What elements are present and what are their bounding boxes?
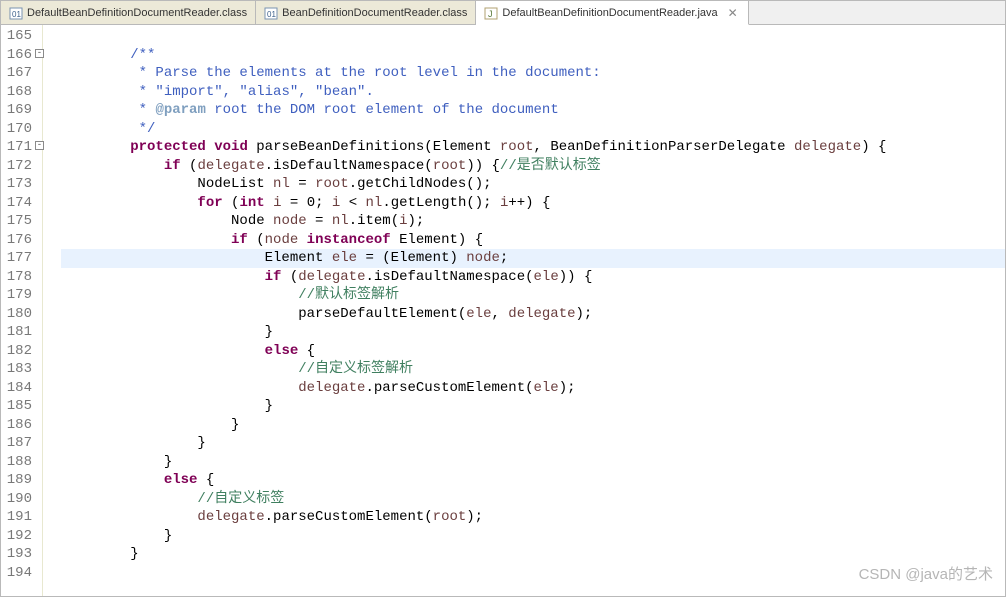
tab-default-java[interactable]: J DefaultBeanDefinitionDocumentReader.ja…	[476, 1, 748, 25]
line-number: 194	[1, 564, 42, 583]
code-line[interactable]	[61, 27, 1005, 46]
line-number: 174	[1, 194, 42, 213]
code-line[interactable]: NodeList nl = root.getChildNodes();	[61, 175, 1005, 194]
code-line[interactable]: * "import", "alias", "bean".	[61, 83, 1005, 102]
line-number: 177	[1, 249, 42, 268]
code-line[interactable]: }	[61, 453, 1005, 472]
line-number: 187	[1, 434, 42, 453]
line-number: 186	[1, 416, 42, 435]
code-line[interactable]: delegate.parseCustomElement(ele);	[61, 379, 1005, 398]
code-line[interactable]: if (delegate.isDefaultNamespace(root)) {…	[61, 157, 1005, 176]
line-number: 167	[1, 64, 42, 83]
class-file-icon: 01	[9, 6, 23, 20]
svg-text:01: 01	[12, 10, 21, 19]
line-number: 166-	[1, 46, 42, 65]
tab-default-class[interactable]: 01 DefaultBeanDefinitionDocumentReader.c…	[1, 1, 256, 24]
line-number: 173	[1, 175, 42, 194]
line-number: 185	[1, 397, 42, 416]
code-line[interactable]: for (int i = 0; i < nl.getLength(); i++)…	[61, 194, 1005, 213]
line-number: 190	[1, 490, 42, 509]
code-area[interactable]: /** * Parse the elements at the root lev…	[61, 25, 1005, 596]
code-line[interactable]: */	[61, 120, 1005, 139]
code-line[interactable]: * Parse the elements at the root level i…	[61, 64, 1005, 83]
line-number: 169	[1, 101, 42, 120]
line-number: 191	[1, 508, 42, 527]
code-line[interactable]: }	[61, 323, 1005, 342]
code-line[interactable]: }	[61, 416, 1005, 435]
line-number: 168	[1, 83, 42, 102]
code-line[interactable]	[61, 564, 1005, 583]
left-margin	[47, 25, 61, 596]
class-file-icon: 01	[264, 6, 278, 20]
code-line[interactable]: if (delegate.isDefaultNamespace(ele)) {	[61, 268, 1005, 287]
code-line[interactable]: protected void parseBeanDefinitions(Elem…	[61, 138, 1005, 157]
code-line[interactable]: else {	[61, 342, 1005, 361]
line-number: 189	[1, 471, 42, 490]
code-line[interactable]: }	[61, 434, 1005, 453]
line-number: 170	[1, 120, 42, 139]
line-number: 193	[1, 545, 42, 564]
code-line[interactable]: //自定义标签	[61, 490, 1005, 509]
line-number: 165	[1, 27, 42, 46]
tab-label: DefaultBeanDefinitionDocumentReader.java	[502, 7, 717, 19]
tab-bar: 01 DefaultBeanDefinitionDocumentReader.c…	[1, 1, 1005, 25]
code-line[interactable]: }	[61, 545, 1005, 564]
code-line[interactable]: }	[61, 397, 1005, 416]
code-line[interactable]: //默认标签解析	[61, 286, 1005, 305]
code-line[interactable]: Node node = nl.item(i);	[61, 212, 1005, 231]
code-editor[interactable]: 165166-167168169170171-17217317417517617…	[1, 25, 1005, 596]
line-number: 182	[1, 342, 42, 361]
line-number: 192	[1, 527, 42, 546]
code-line[interactable]: parseDefaultElement(ele, delegate);	[61, 305, 1005, 324]
fold-toggle-icon[interactable]: -	[35, 141, 44, 150]
code-line[interactable]: //自定义标签解析	[61, 360, 1005, 379]
svg-text:01: 01	[267, 10, 276, 19]
code-line[interactable]: if (node instanceof Element) {	[61, 231, 1005, 250]
java-file-icon: J	[484, 6, 498, 20]
line-gutter: 165166-167168169170171-17217317417517617…	[1, 25, 43, 596]
line-number: 183	[1, 360, 42, 379]
tab-reader-class[interactable]: 01 BeanDefinitionDocumentReader.class	[256, 1, 476, 24]
line-number: 181	[1, 323, 42, 342]
tab-label: DefaultBeanDefinitionDocumentReader.clas…	[27, 7, 247, 19]
tab-label: BeanDefinitionDocumentReader.class	[282, 7, 467, 19]
line-number: 188	[1, 453, 42, 472]
close-icon[interactable]: ✕	[726, 6, 740, 20]
code-line[interactable]: * @param root the DOM root element of th…	[61, 101, 1005, 120]
code-line[interactable]: delegate.parseCustomElement(root);	[61, 508, 1005, 527]
code-line[interactable]: else {	[61, 471, 1005, 490]
line-number: 175	[1, 212, 42, 231]
line-number: 180	[1, 305, 42, 324]
code-line[interactable]: Element ele = (Element) node;	[61, 249, 1005, 268]
svg-text:J: J	[488, 9, 493, 19]
line-number: 179	[1, 286, 42, 305]
line-number: 178	[1, 268, 42, 287]
code-line[interactable]: /**	[61, 46, 1005, 65]
line-number: 176	[1, 231, 42, 250]
line-number: 171-	[1, 138, 42, 157]
line-number: 172	[1, 157, 42, 176]
line-number: 184	[1, 379, 42, 398]
fold-toggle-icon[interactable]: -	[35, 49, 44, 58]
code-line[interactable]: }	[61, 527, 1005, 546]
